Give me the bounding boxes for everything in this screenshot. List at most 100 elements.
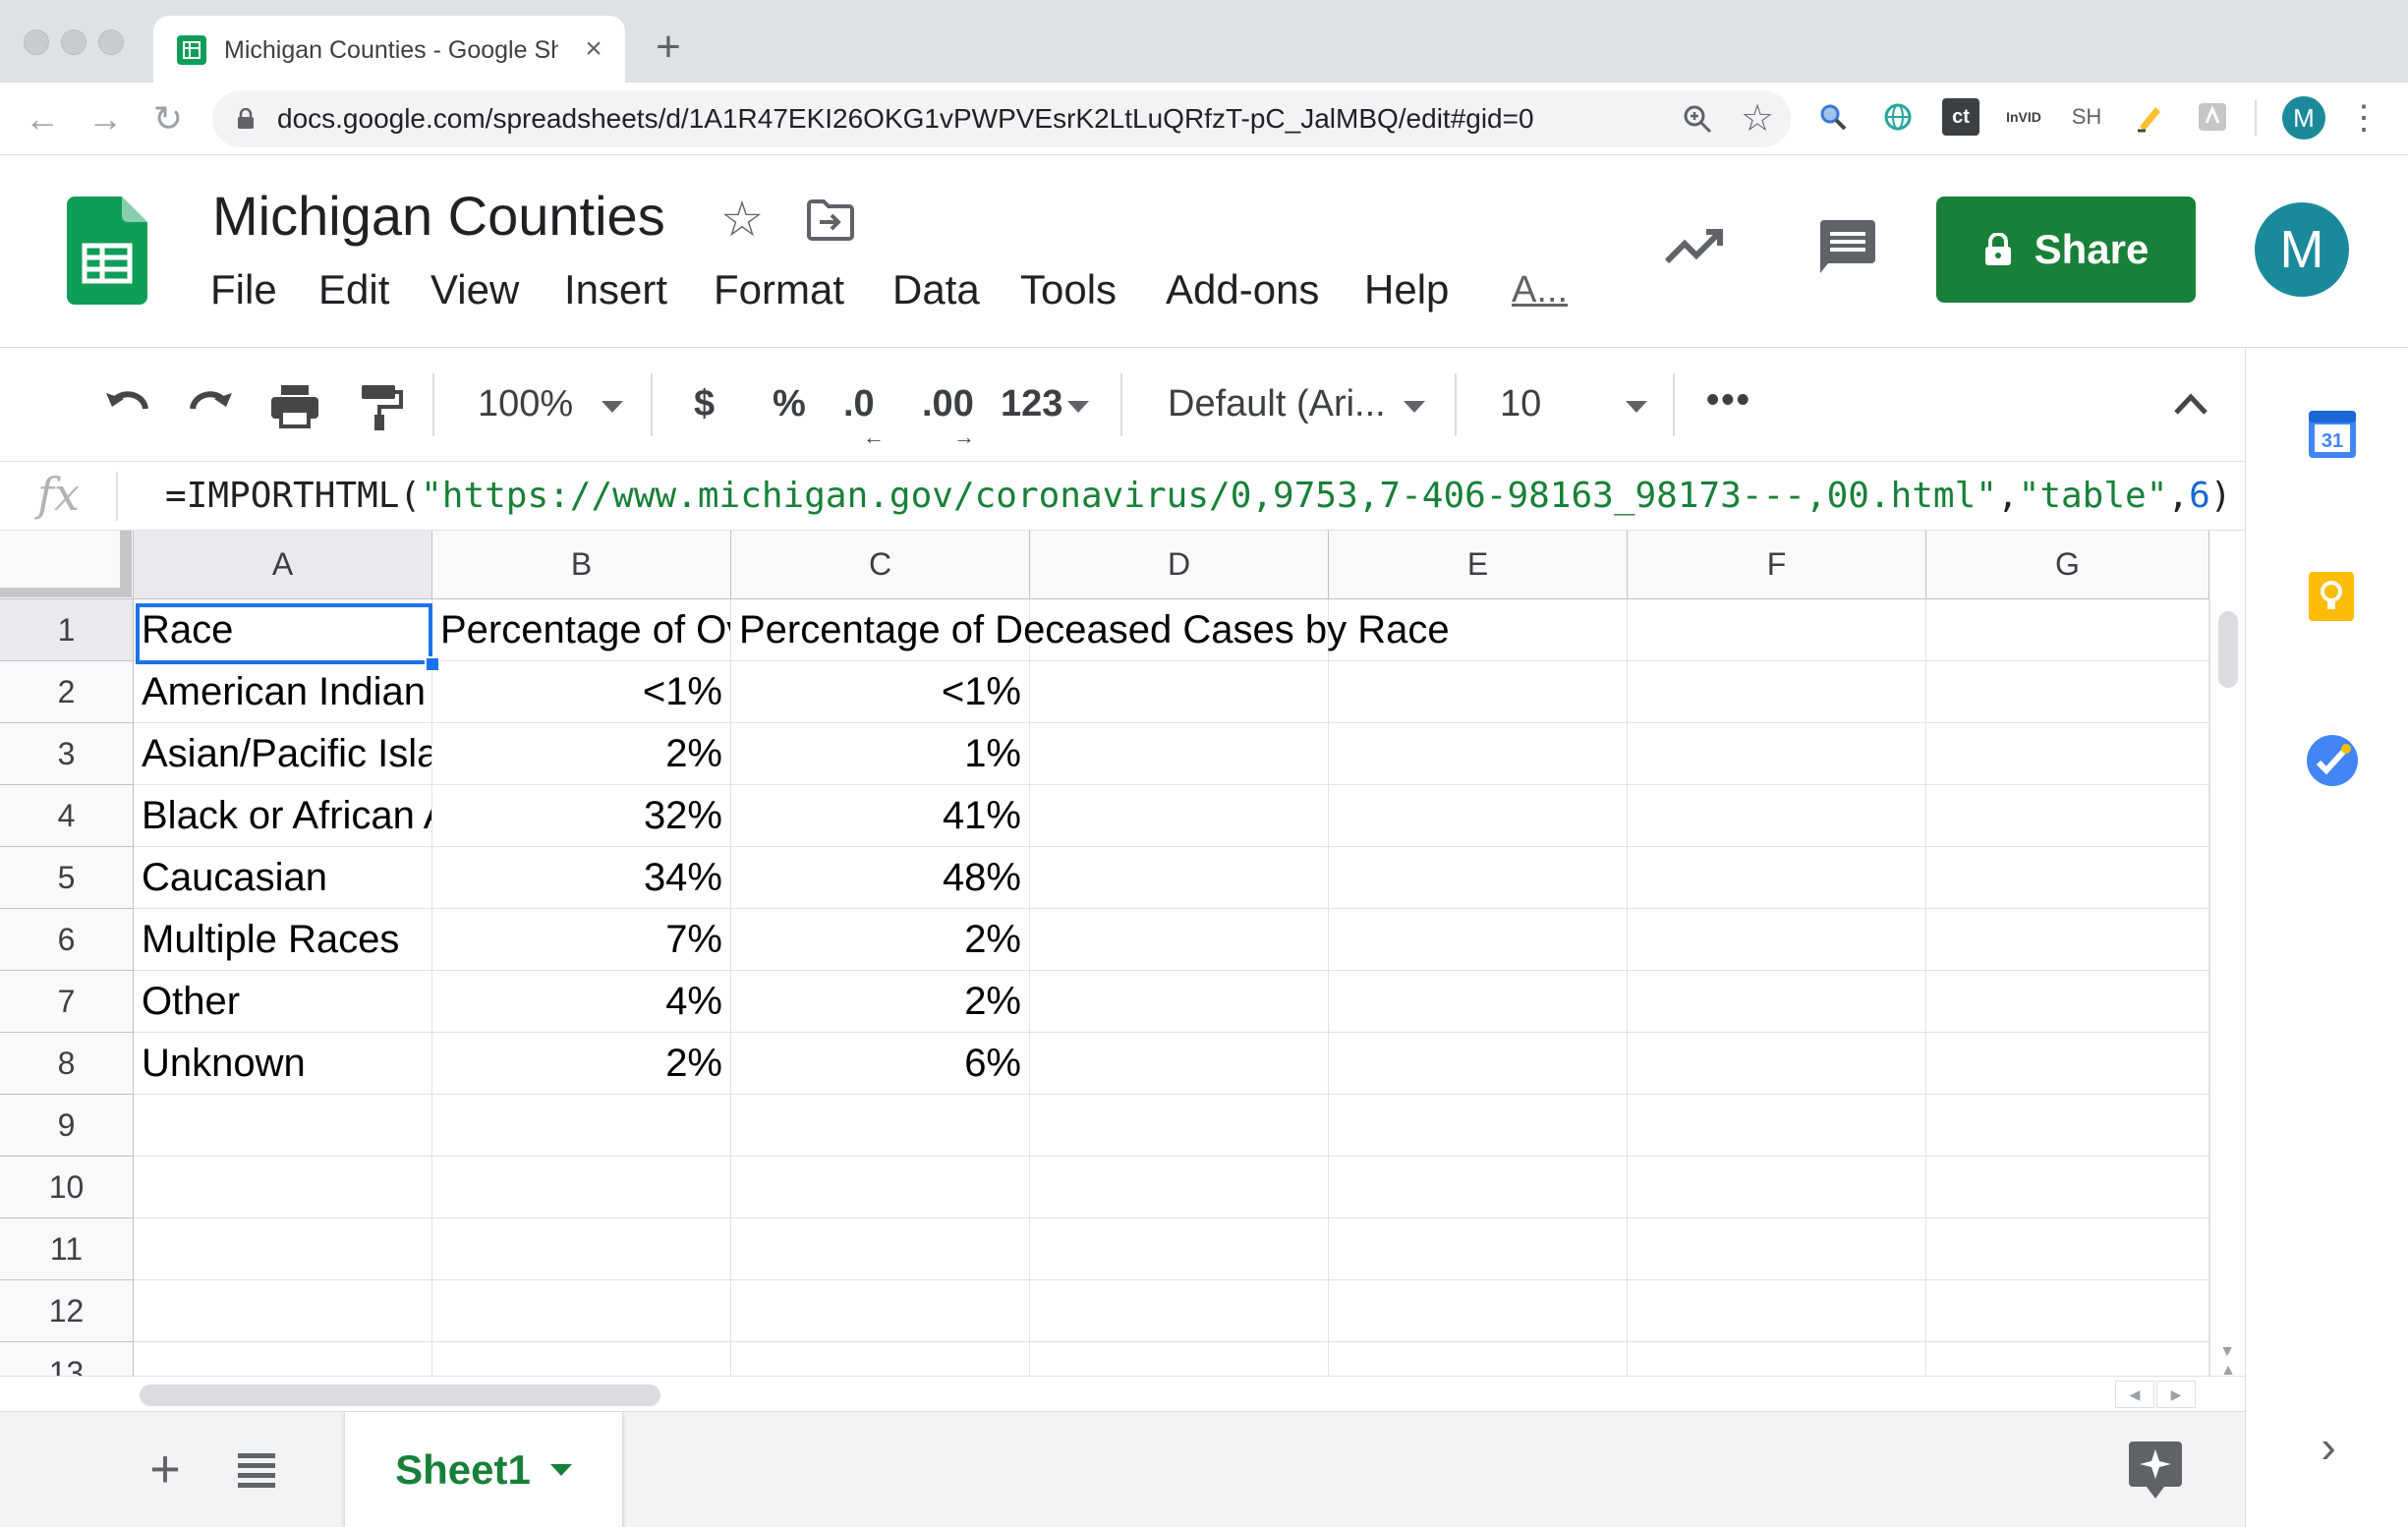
scroll-left-arrow-icon[interactable]: ◀ <box>2115 1381 2154 1408</box>
freeze-row-handle[interactable] <box>0 588 132 597</box>
more-tools-button[interactable]: ••• <box>1706 375 1751 424</box>
cell-b3[interactable]: 2% <box>432 723 731 785</box>
cell-c3[interactable]: 1% <box>731 723 1030 785</box>
star-icon[interactable]: ☆ <box>716 192 769 247</box>
spreadsheet-grid[interactable]: A B C D E F G 1 2 3 4 5 6 7 8 9 10 11 12… <box>0 531 2245 1376</box>
share-button[interactable]: Share <box>1936 197 2196 303</box>
collapse-menus-icon[interactable] <box>2172 389 2209 417</box>
cell-a7[interactable]: Other <box>134 971 432 1033</box>
menu-addons[interactable]: Add-ons <box>1166 265 1319 314</box>
cell-b2[interactable]: <1% <box>432 661 731 723</box>
menu-file[interactable]: File <box>210 265 277 314</box>
cell-c5[interactable]: 48% <box>731 847 1030 909</box>
cell-c6[interactable]: 2% <box>731 909 1030 971</box>
column-header-e[interactable]: E <box>1329 531 1628 599</box>
browser-menu-icon[interactable]: ⋮ <box>2347 96 2380 140</box>
bookmark-star-icon[interactable]: ☆ <box>1738 98 1777 140</box>
tasks-icon[interactable] <box>2305 733 2360 788</box>
extension-magnifier-icon[interactable] <box>1814 98 1852 136</box>
extension-highlighter-icon[interactable] <box>2131 98 2168 136</box>
cell-a2[interactable]: American Indian <box>134 661 432 723</box>
row-header-13[interactable]: 13 <box>0 1342 134 1376</box>
column-header-g[interactable]: G <box>1926 531 2209 599</box>
explore-icon[interactable] <box>2127 1440 2184 1500</box>
row-header-4[interactable]: 4 <box>0 785 134 847</box>
menu-tools[interactable]: Tools <box>1020 265 1117 314</box>
scroll-right-arrow-icon[interactable]: ▶ <box>2156 1381 2196 1408</box>
comments-icon[interactable] <box>1816 218 1879 279</box>
row-header-7[interactable]: 7 <box>0 971 134 1033</box>
account-avatar[interactable]: M <box>2255 202 2349 297</box>
cell-a8[interactable]: Unknown <box>134 1033 432 1095</box>
format-percent-button[interactable]: % <box>773 379 806 428</box>
freeze-column-handle[interactable] <box>120 531 132 592</box>
extension-grey-icon[interactable] <box>2194 98 2231 136</box>
format-currency-button[interactable]: $ <box>694 379 715 428</box>
tab-close-icon[interactable]: × <box>576 31 611 67</box>
browser-tab[interactable]: Michigan Counties - Google Sh × <box>153 16 625 83</box>
decrease-decimal-button[interactable]: .0 <box>843 379 875 428</box>
cell-a6[interactable]: Multiple Races <box>134 909 432 971</box>
font-select[interactable]: Default (Ari... <box>1168 379 1386 428</box>
cell-b4[interactable]: 32% <box>432 785 731 847</box>
select-all-corner[interactable] <box>0 531 134 599</box>
menu-data[interactable]: Data <box>892 265 980 314</box>
forward-icon[interactable]: → <box>81 94 130 143</box>
more-formats-button[interactable]: 123 <box>1001 379 1062 428</box>
row-header-11[interactable]: 11 <box>0 1218 134 1280</box>
menu-insert[interactable]: Insert <box>564 265 667 314</box>
reload-icon[interactable]: ↻ <box>143 94 193 143</box>
sheet-tab-sheet1[interactable]: Sheet1 <box>344 1412 623 1527</box>
row-header-5[interactable]: 5 <box>0 847 134 909</box>
column-header-c[interactable]: C <box>731 531 1030 599</box>
row-header-1[interactable]: 1 <box>0 599 134 661</box>
extension-invid-icon[interactable]: InVID <box>2005 98 2042 136</box>
column-header-f[interactable]: F <box>1628 531 1926 599</box>
back-icon[interactable]: ← <box>18 94 67 143</box>
row-header-6[interactable]: 6 <box>0 909 134 971</box>
cell-c7[interactable]: 2% <box>731 971 1030 1033</box>
cell-c8[interactable]: 6% <box>731 1033 1030 1095</box>
extension-globe-icon[interactable] <box>1879 98 1917 136</box>
more-formats-dropdown-icon[interactable] <box>1067 401 1089 413</box>
undo-icon[interactable] <box>102 375 153 434</box>
vertical-scroll-thumb[interactable] <box>2218 611 2238 688</box>
font-size-select[interactable]: 10 <box>1500 379 1541 428</box>
row-header-8[interactable]: 8 <box>0 1033 134 1095</box>
cell-b7[interactable]: 4% <box>432 971 731 1033</box>
calendar-icon[interactable]: 31 <box>2307 407 2358 460</box>
keep-icon[interactable] <box>2307 570 2356 623</box>
column-header-d[interactable]: D <box>1030 531 1329 599</box>
column-header-b[interactable]: B <box>432 531 731 599</box>
zoom-icon[interactable] <box>1679 100 1716 138</box>
cell-a3[interactable]: Asian/Pacific Isla <box>134 723 432 785</box>
row-header-12[interactable]: 12 <box>0 1280 134 1342</box>
zoom-select[interactable]: 100% <box>478 379 573 428</box>
redo-icon[interactable] <box>185 375 236 434</box>
cell-c4[interactable]: 41% <box>731 785 1030 847</box>
cell-a4[interactable]: Black or African A <box>134 785 432 847</box>
extension-ct-icon[interactable]: ct <box>1942 98 1979 136</box>
font-dropdown-icon[interactable] <box>1404 401 1425 413</box>
activity-dashboard-icon[interactable] <box>1663 222 1728 269</box>
cell-a1[interactable]: Race <box>134 599 432 661</box>
sheet-tab-dropdown-icon[interactable] <box>549 1464 572 1476</box>
row-header-2[interactable]: 2 <box>0 661 134 723</box>
row-header-3[interactable]: 3 <box>0 723 134 785</box>
add-sheet-button[interactable]: + <box>138 1440 193 1499</box>
print-icon[interactable] <box>267 375 322 434</box>
column-header-a[interactable]: A <box>134 531 432 599</box>
horizontal-scroll-thumb[interactable] <box>140 1385 660 1406</box>
cell-b6[interactable]: 7% <box>432 909 731 971</box>
extension-sh-icon[interactable]: SH <box>2068 98 2105 136</box>
vertical-scrollbar[interactable]: ▲ <box>2209 599 2245 1376</box>
window-zoom-button[interactable] <box>98 29 124 55</box>
zoom-dropdown-icon[interactable] <box>602 401 623 413</box>
horizontal-scrollbar[interactable]: ◀ ▶ <box>134 1376 2245 1411</box>
move-to-folder-icon[interactable] <box>806 198 855 242</box>
cell-b1[interactable]: Percentage of Ov <box>432 599 731 661</box>
all-sheets-list-icon[interactable] <box>234 1447 279 1491</box>
fill-handle[interactable] <box>425 656 440 672</box>
menu-help[interactable]: Help <box>1364 265 1449 314</box>
row-header-9[interactable]: 9 <box>0 1095 134 1157</box>
